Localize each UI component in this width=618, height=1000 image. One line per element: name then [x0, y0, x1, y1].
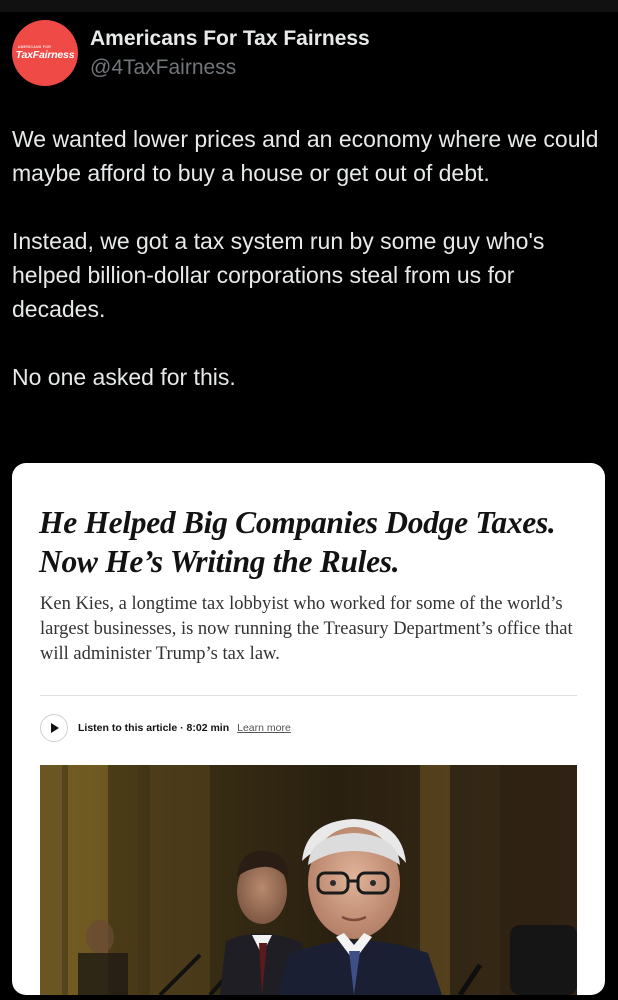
play-icon	[51, 723, 59, 733]
article-screenshot-card[interactable]: He Helped Big Companies Dodge Taxes. Now…	[12, 463, 605, 995]
top-bar	[0, 0, 618, 12]
learn-more-link[interactable]: Learn more	[237, 722, 291, 734]
divider	[40, 695, 577, 696]
avatar-small-text: AMERICANS FOR	[17, 44, 52, 49]
listen-label: Listen to this article · 8:02 min	[78, 722, 230, 734]
tweet-text: We wanted lower prices and an economy wh…	[12, 122, 608, 394]
tweet-paragraph: We wanted lower prices and an economy wh…	[12, 126, 599, 186]
avatar-logo-text: TaxFairness	[15, 49, 75, 61]
article-headline: He Helped Big Companies Dodge Taxes. Now…	[39, 505, 556, 579]
play-button[interactable]	[40, 714, 68, 742]
avatar[interactable]: AMERICANS FOR TaxFairness	[12, 20, 78, 86]
article-summary: Ken Kies, a longtime tax lobbyist who wo…	[40, 594, 573, 664]
tweet-paragraph: Instead, we got a tax system run by some…	[12, 228, 545, 322]
tax-fairness-logo: AMERICANS FOR TaxFairness	[15, 44, 75, 61]
tweet-paragraph: No one asked for this.	[12, 364, 236, 390]
article-photo	[40, 765, 577, 995]
user-handle[interactable]: @4TaxFairness	[90, 56, 236, 80]
listen-row: Listen to this article · 8:02 min Learn …	[40, 713, 291, 743]
display-name[interactable]: Americans For Tax Fairness	[90, 27, 370, 51]
